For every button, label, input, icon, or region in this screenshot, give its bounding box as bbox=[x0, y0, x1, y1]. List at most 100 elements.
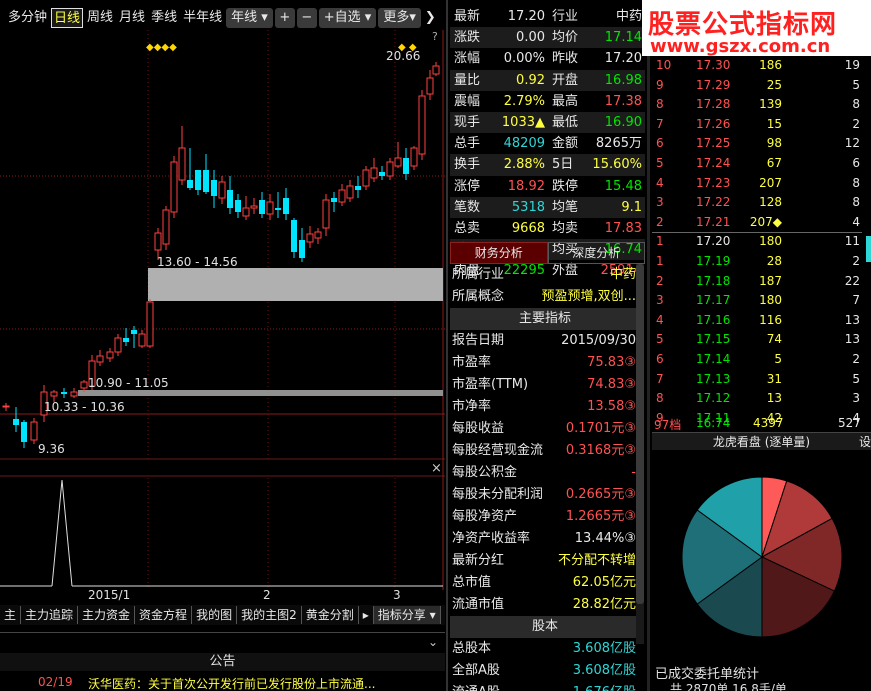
date-label-jan: 2015/1 bbox=[88, 588, 131, 602]
order-book-row[interactable]: 10 17.30 186 19 bbox=[652, 56, 862, 76]
notice-link[interactable]: 沃华医药：关于首次公开发行前已发行股份上市流通... bbox=[88, 675, 375, 691]
quote-key: 金额 bbox=[552, 136, 579, 152]
quote-key: 均笔 bbox=[552, 199, 579, 215]
book-total-buy: 4397 bbox=[753, 416, 784, 430]
tab-my-chart[interactable]: 我的图 bbox=[192, 606, 238, 624]
close-subchart-icon[interactable]: × bbox=[431, 461, 442, 476]
order-book-row[interactable]: 3 17.17 180 7 bbox=[652, 291, 862, 311]
section-main-indicators: 主要指标 bbox=[450, 308, 640, 330]
collapse-chevron-icon[interactable]: ⌄ bbox=[428, 635, 438, 649]
concept-value[interactable]: 预盈预增,双创... bbox=[541, 286, 636, 308]
order-book-row[interactable]: 8 17.28 139 8 bbox=[652, 95, 862, 115]
quote-key: 涨跌 bbox=[454, 30, 481, 46]
order-book-row[interactable]: 6 17.14 5 2 bbox=[652, 350, 862, 370]
tab-main-force-track[interactable]: 主力追踪 bbox=[21, 606, 79, 624]
candle bbox=[291, 220, 297, 252]
order-book-row[interactable]: 4 17.23 207 8 bbox=[652, 174, 862, 194]
book-price: 17.13 bbox=[696, 371, 731, 386]
quote-row: 量比 0.92 开盘 16.98 bbox=[450, 69, 645, 91]
period-toolbar: 多分钟 日线 周线 月线 季线 半年线 年线 ▾ + − +自选 ▾ 更多▾ ❯ bbox=[0, 6, 445, 30]
candle bbox=[394, 157, 402, 167]
order-book-row[interactable]: 2 17.18 187 22 bbox=[652, 272, 862, 292]
financial-row: 最新分红 不分配不转增 bbox=[450, 550, 640, 572]
more-button[interactable]: 更多▾ bbox=[378, 8, 421, 28]
order-book-row[interactable]: 5 17.15 74 13 bbox=[652, 330, 862, 350]
quote-key: 换手 bbox=[454, 157, 481, 173]
quote-value: 2.79% bbox=[503, 93, 545, 109]
tab-weekly[interactable]: 周线 bbox=[85, 8, 115, 28]
financial-value: 1.676亿股 bbox=[573, 682, 636, 691]
tab-depth-analysis[interactable]: 深度分析 bbox=[547, 242, 645, 264]
tab-fund-equation[interactable]: 资金方程 bbox=[135, 606, 193, 624]
tab-main[interactable]: 主 bbox=[0, 606, 22, 624]
tab-monthly[interactable]: 月线 bbox=[117, 8, 147, 28]
book-orders: 2 bbox=[852, 351, 860, 366]
candle bbox=[275, 208, 281, 210]
add-watchlist-button[interactable]: +自选 ▾ bbox=[318, 8, 377, 28]
order-book-row[interactable]: 6 17.25 98 12 bbox=[652, 134, 862, 154]
tab-my-main-chart-2[interactable]: 我的主图2 bbox=[237, 606, 302, 624]
financial-panel: 所属行业 中药 所属概念 预盈预增,双创... 主要指标 报告日期 2015/09… bbox=[450, 264, 640, 691]
order-book-row[interactable]: 3 17.22 128 8 bbox=[652, 193, 862, 213]
tab-financial-analysis[interactable]: 财务分析 bbox=[450, 242, 548, 264]
candle bbox=[346, 185, 354, 199]
financial-key: 每股净资产 bbox=[452, 509, 518, 524]
industry-value[interactable]: 中药 bbox=[610, 264, 636, 286]
order-book-row[interactable]: 4 17.16 116 13 bbox=[652, 311, 862, 331]
tabs-scroll-right-icon[interactable]: ▸ bbox=[359, 606, 374, 624]
zone-label-lower: 10.33 - 10.36 bbox=[44, 400, 125, 414]
book-price: 17.18 bbox=[696, 273, 731, 288]
book-orders: 2 bbox=[852, 116, 860, 131]
financial-value: 3.608亿股 bbox=[572, 641, 636, 656]
candle bbox=[187, 180, 193, 188]
tab-multi-minute[interactable]: 多分钟 bbox=[6, 8, 49, 28]
candle bbox=[322, 199, 330, 229]
financial-row: 流通市值 28.82亿元 bbox=[450, 594, 640, 616]
quote-row: 涨停 18.92 跌停 15.48 bbox=[450, 176, 645, 197]
order-book-row[interactable]: 7 17.13 31 5 bbox=[652, 370, 862, 390]
financial-value: 0.2665元③ bbox=[565, 487, 636, 502]
candlestick-chart[interactable]: ◆◆◆◆ ◆ ◆ ? 20.66 13.60 - 14.56 10.90 - 1… bbox=[0, 30, 445, 460]
high-price-label: 20.66 bbox=[386, 49, 420, 63]
book-price: 17.21 bbox=[696, 214, 731, 229]
quote-key: 昨收 bbox=[552, 51, 579, 67]
zoom-out-button[interactable]: − bbox=[296, 8, 317, 28]
tab-yearly-dropdown[interactable]: 年线 ▾ bbox=[226, 8, 273, 28]
financial-value: 74.83③ bbox=[587, 377, 636, 392]
dragon-settings-button[interactable]: 设 bbox=[859, 433, 871, 451]
order-book-row[interactable]: 2 17.21 207◆ 4 bbox=[652, 213, 862, 233]
indicator-share-dropdown[interactable]: 指标分享 ▾ bbox=[373, 606, 441, 624]
order-book-row[interactable]: 9 17.29 25 5 bbox=[652, 76, 862, 96]
tab-half-year[interactable]: 半年线 bbox=[181, 8, 224, 28]
financial-value: 不分配不转增 bbox=[557, 553, 636, 568]
analysis-tabs: 财务分析 深度分析 bbox=[450, 242, 645, 264]
tab-daily[interactable]: 日线 bbox=[51, 8, 84, 28]
book-volume: 25 bbox=[766, 77, 782, 92]
quote-value: 8265万 bbox=[595, 136, 642, 152]
order-book-row[interactable]: 5 17.24 67 6 bbox=[652, 154, 862, 174]
candle bbox=[146, 301, 154, 347]
order-book-row[interactable]: 8 17.12 13 3 bbox=[652, 389, 862, 409]
tab-quarterly[interactable]: 季线 bbox=[149, 8, 179, 28]
book-avg-buy-price: 16.74 bbox=[696, 416, 731, 430]
quote-key: 5日 bbox=[552, 157, 574, 173]
book-volume: 180 bbox=[759, 234, 782, 249]
tab-main-force-funds[interactable]: 主力资金 bbox=[78, 606, 136, 624]
help-icon[interactable]: ? bbox=[432, 30, 438, 43]
financial-scrollbar[interactable] bbox=[636, 264, 644, 644]
book-volume: 67 bbox=[766, 155, 782, 170]
financial-key: 流通A股 bbox=[452, 682, 500, 691]
book-volume: 180 bbox=[759, 293, 782, 308]
quote-row: 震幅 2.79% 最高 17.38 bbox=[450, 91, 645, 112]
zoom-in-button[interactable]: + bbox=[274, 8, 295, 28]
order-book-row[interactable]: 1 17.20 180 11 bbox=[652, 232, 862, 252]
book-level: 2 bbox=[656, 214, 664, 229]
zone-label-mid: 10.90 - 11.05 bbox=[88, 376, 169, 390]
order-book-row[interactable]: 7 17.26 15 2 bbox=[652, 115, 862, 135]
indicator-subchart[interactable]: × bbox=[0, 458, 445, 590]
order-book-row[interactable]: 1 17.19 28 2 bbox=[652, 252, 862, 272]
expand-icon[interactable]: ❯ bbox=[423, 8, 438, 28]
candle bbox=[170, 161, 178, 213]
tab-golden-section[interactable]: 黄金分割 bbox=[302, 606, 359, 624]
book-scroll-marker[interactable] bbox=[866, 236, 871, 262]
